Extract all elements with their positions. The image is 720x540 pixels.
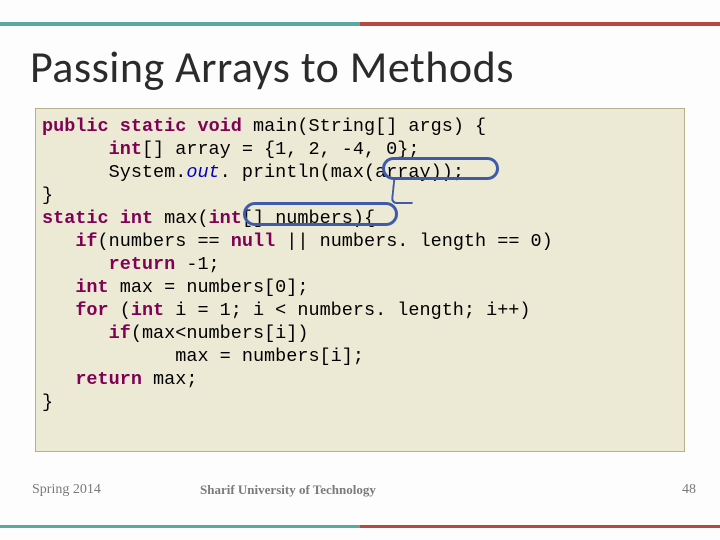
footer-university: Sharif University of Technology: [200, 482, 376, 498]
code-text: (numbers ==: [98, 231, 231, 252]
code-text: (max<numbers[i]): [131, 323, 309, 344]
code-text: }: [42, 185, 53, 206]
code-text: main(String[] args) {: [253, 116, 486, 137]
kw: null: [231, 231, 275, 252]
code-block: public static void main(String[] args) {…: [35, 108, 685, 452]
kw: if: [109, 323, 131, 344]
kw: int: [209, 208, 242, 229]
footer: Spring 2014 Sharif University of Technol…: [0, 490, 720, 520]
code-text: [] array = {1, 2, -4, 0};: [142, 139, 420, 160]
kw: public: [42, 116, 109, 137]
code-text: || numbers. length == 0): [275, 231, 553, 252]
code-text: (: [109, 300, 131, 321]
kw: for: [75, 300, 108, 321]
kw: int: [131, 300, 164, 321]
accent-red: [360, 22, 720, 26]
code-text: max;: [142, 369, 198, 390]
kw: static: [120, 116, 187, 137]
kw: return: [109, 254, 176, 275]
footer-term: Spring 2014: [32, 482, 101, 498]
code-text: max = numbers[0];: [109, 277, 309, 298]
top-accent-bar: [0, 22, 720, 26]
code-text: i = 1; i < numbers. length; i++): [164, 300, 530, 321]
slide: Passing Arrays to Methods public static …: [0, 0, 720, 540]
footer-page-number: 48: [682, 482, 696, 498]
slide-title: Passing Arrays to Methods: [30, 40, 514, 94]
kw: int: [109, 139, 142, 160]
code-call: max(array): [331, 162, 442, 183]
kw: return: [75, 369, 142, 390]
footer-accent-bar: [0, 525, 720, 528]
kw: static: [42, 208, 109, 229]
kw: if: [75, 231, 97, 252]
kw: int: [120, 208, 153, 229]
code-text: max(: [164, 208, 208, 229]
code-text: max = numbers[i];: [175, 346, 364, 367]
code-text: ){: [353, 208, 375, 229]
accent-red: [360, 525, 720, 528]
code-text: [] numbers: [242, 208, 353, 229]
kw: int: [75, 277, 108, 298]
code-text: -1;: [175, 254, 219, 275]
static-field: out: [186, 162, 219, 183]
accent-teal: [0, 22, 360, 26]
code-text: }: [42, 392, 53, 413]
code-text: . println(: [220, 162, 331, 183]
code-text: System.: [109, 162, 187, 183]
accent-teal: [0, 525, 360, 528]
code-text: );: [442, 162, 464, 183]
kw: void: [197, 116, 241, 137]
